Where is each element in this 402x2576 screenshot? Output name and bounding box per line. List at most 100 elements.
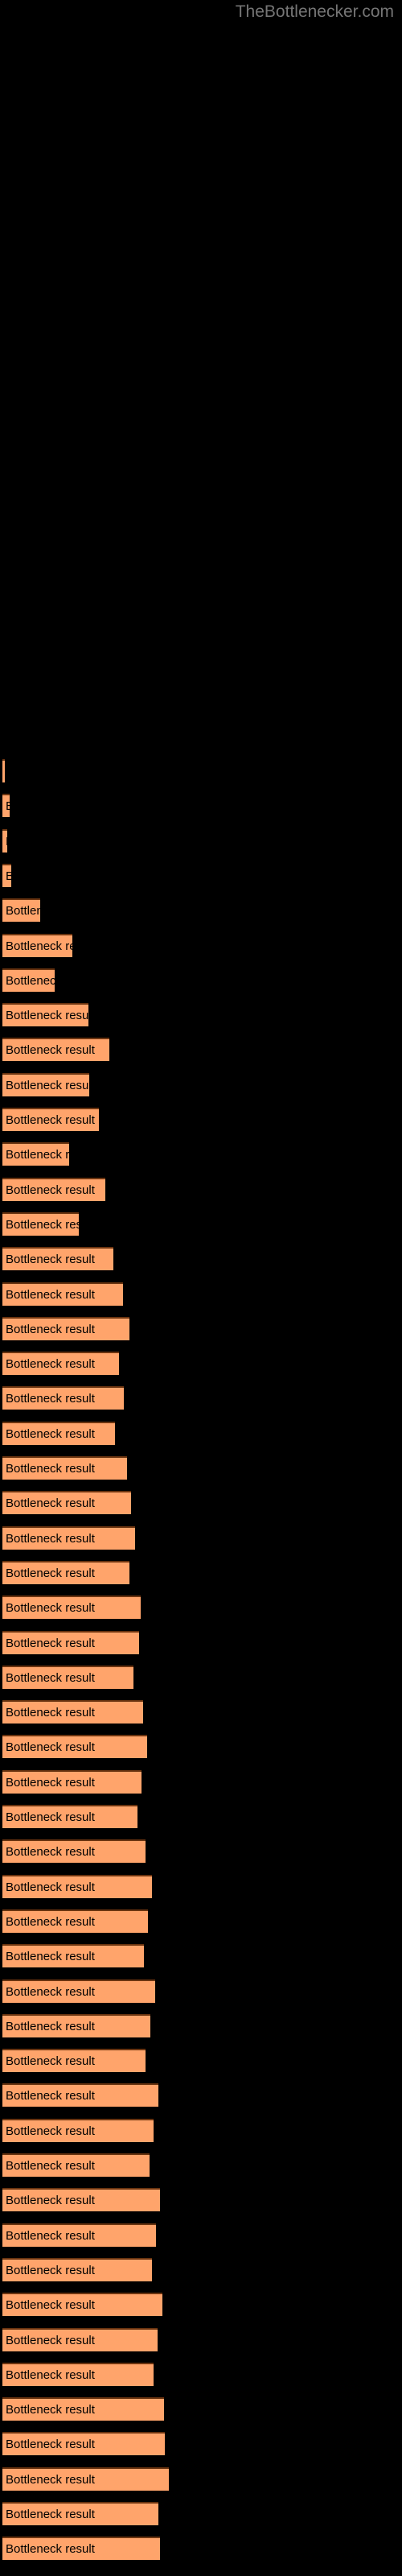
bar-row: Bottleneck result [0, 1003, 402, 1027]
bar[interactable]: Bottleneck result [2, 794, 10, 818]
bar[interactable]: Bottleneck result [2, 1003, 88, 1027]
bar[interactable]: Bottleneck result [2, 1108, 99, 1131]
bar-label: Bottleneck result [6, 2333, 95, 2347]
bar[interactable]: Bottleneck result [2, 863, 11, 887]
bar-row: Bottleneck result [0, 1212, 402, 1236]
bar-row: Bottleneck result [0, 759, 402, 782]
bar-row: Bottleneck result [0, 794, 402, 818]
bar[interactable]: Bottleneck result [2, 898, 40, 923]
bar[interactable]: Bottleneck result [2, 2502, 158, 2525]
bar[interactable]: Bottleneck result [2, 2467, 169, 2491]
bar[interactable]: Bottleneck result [2, 1038, 109, 1062]
bar[interactable]: Bottleneck result [2, 2537, 160, 2561]
bar-label: Bottleneck result [6, 2089, 95, 2103]
bar[interactable]: Bottleneck result [2, 1909, 148, 1933]
bar[interactable]: Bottleneck result [2, 2049, 146, 2073]
bar-label: Bottleneck result [6, 2542, 95, 2557]
bar[interactable]: Bottleneck result [2, 1525, 135, 1550]
bar-row: Bottleneck result [0, 2362, 402, 2386]
bar[interactable]: Bottleneck result [2, 2083, 158, 2107]
bar-row: Bottleneck result [0, 1979, 402, 2003]
bar-label: Bottleneck result [6, 1601, 95, 1616]
bar[interactable]: Bottleneck result [2, 1665, 133, 1689]
bar-label: Bottleneck result [6, 2159, 95, 2173]
bar[interactable]: Bottleneck result [2, 1805, 137, 1828]
bar-row: Bottleneck result [0, 2049, 402, 2073]
bar[interactable]: Bottleneck result [2, 2397, 164, 2421]
bar-label: Bottleneck result [6, 2194, 95, 2208]
bar-label: Bottleneck result [6, 1566, 95, 1580]
bar[interactable]: Bottleneck result [2, 1386, 124, 1410]
bar-label: Bottleneck result [6, 2438, 95, 2452]
bar[interactable]: Bottleneck result [2, 968, 55, 992]
bar-label: Bottleneck result [6, 1462, 95, 1476]
bar-label: Bottleneck result [6, 1496, 95, 1511]
bar-row: Bottleneck result [0, 1525, 402, 1550]
bar[interactable]: Bottleneck result [2, 1142, 69, 1166]
page-root: TheBottlenecker.com Bottleneck resultBot… [0, 0, 402, 2576]
bar-label: Bottleneck result [6, 1531, 95, 1546]
bar[interactable]: Bottleneck result [2, 1282, 123, 1306]
bar-row: Bottleneck result [0, 2257, 402, 2281]
bar-row: Bottleneck result [0, 1630, 402, 1654]
bar[interactable]: Bottleneck result [2, 2223, 156, 2247]
bar-row: Bottleneck result [0, 1805, 402, 1828]
bar-label: Bottleneck result [6, 1392, 95, 1406]
bar[interactable]: Bottleneck result [2, 1421, 115, 1445]
bar[interactable]: Bottleneck result [2, 2327, 158, 2351]
bar-label: Bottleneck result [6, 939, 72, 953]
bar[interactable]: Bottleneck result [2, 1456, 127, 1480]
bar-row: Bottleneck result [0, 1282, 402, 1306]
bar[interactable]: Bottleneck result [2, 2188, 160, 2212]
bar-row: Bottleneck result [0, 2537, 402, 2561]
bar-row: Bottleneck result [0, 968, 402, 992]
bar-label: Bottleneck result [6, 1253, 95, 1267]
bar-row: Bottleneck result [0, 2432, 402, 2456]
bar[interactable]: Bottleneck result [2, 2432, 165, 2456]
bar[interactable]: Bottleneck result [2, 933, 72, 957]
bar-label: Bottleneck result [6, 2019, 95, 2033]
bar[interactable]: Bottleneck result [2, 1177, 105, 1201]
bar[interactable]: Bottleneck result [2, 1839, 146, 1864]
bar[interactable]: Bottleneck result [2, 1316, 129, 1340]
bar[interactable]: Bottleneck result [2, 1735, 147, 1759]
bar-row: Bottleneck result [0, 2223, 402, 2247]
bar[interactable]: Bottleneck result [2, 1596, 141, 1620]
bar[interactable]: Bottleneck result [2, 1247, 113, 1271]
bar[interactable]: Bottleneck result [2, 2153, 150, 2177]
bar-row: Bottleneck result [0, 1560, 402, 1584]
bar[interactable]: Bottleneck result [2, 1072, 89, 1096]
bar-label: Bottleneck result [6, 865, 11, 887]
bar[interactable]: Bottleneck result [2, 2257, 152, 2281]
bar-label: Bottleneck result [6, 1636, 95, 1650]
bar[interactable]: Bottleneck result [2, 1874, 152, 1898]
bar-row: Bottleneck result [0, 2293, 402, 2317]
bar[interactable]: Bottleneck result [2, 1700, 143, 1724]
bar-row: Bottleneck result [0, 1909, 402, 1933]
bar-row: Bottleneck result [0, 1316, 402, 1340]
bar-label: Bottleneck result [6, 2228, 95, 2243]
bar-label: Bottleneck result [6, 1217, 79, 1232]
bar-label: Bottleneck result [6, 1670, 95, 1685]
bar-label: Bottleneck result [6, 904, 40, 919]
bar-row: Bottleneck result [0, 828, 402, 852]
bar[interactable]: Bottleneck result [2, 1352, 119, 1376]
bar-label: Bottleneck result [6, 1984, 95, 1999]
bar[interactable]: Bottleneck result [2, 1630, 139, 1654]
bar[interactable]: Bottleneck result [2, 828, 7, 852]
bar[interactable]: Bottleneck result [2, 1769, 142, 1794]
bar-row: Bottleneck result [0, 2188, 402, 2212]
bar-row: Bottleneck result [0, 1839, 402, 1864]
bar[interactable]: Bottleneck result [2, 2362, 154, 2386]
bar-row: Bottleneck result [0, 1352, 402, 1376]
bar[interactable]: Bottleneck result [2, 1560, 129, 1584]
bar[interactable]: Bottleneck result [2, 759, 5, 782]
bar[interactable]: Bottleneck result [2, 2118, 154, 2142]
bar[interactable]: Bottleneck result [2, 2013, 150, 2037]
bar[interactable]: Bottleneck result [2, 2293, 162, 2317]
bar[interactable]: Bottleneck result [2, 1491, 131, 1515]
bar[interactable]: Bottleneck result [2, 1944, 144, 1968]
bar[interactable]: Bottleneck result [2, 1212, 79, 1236]
bar-row: Bottleneck result [0, 1700, 402, 1724]
bar[interactable]: Bottleneck result [2, 1979, 155, 2003]
